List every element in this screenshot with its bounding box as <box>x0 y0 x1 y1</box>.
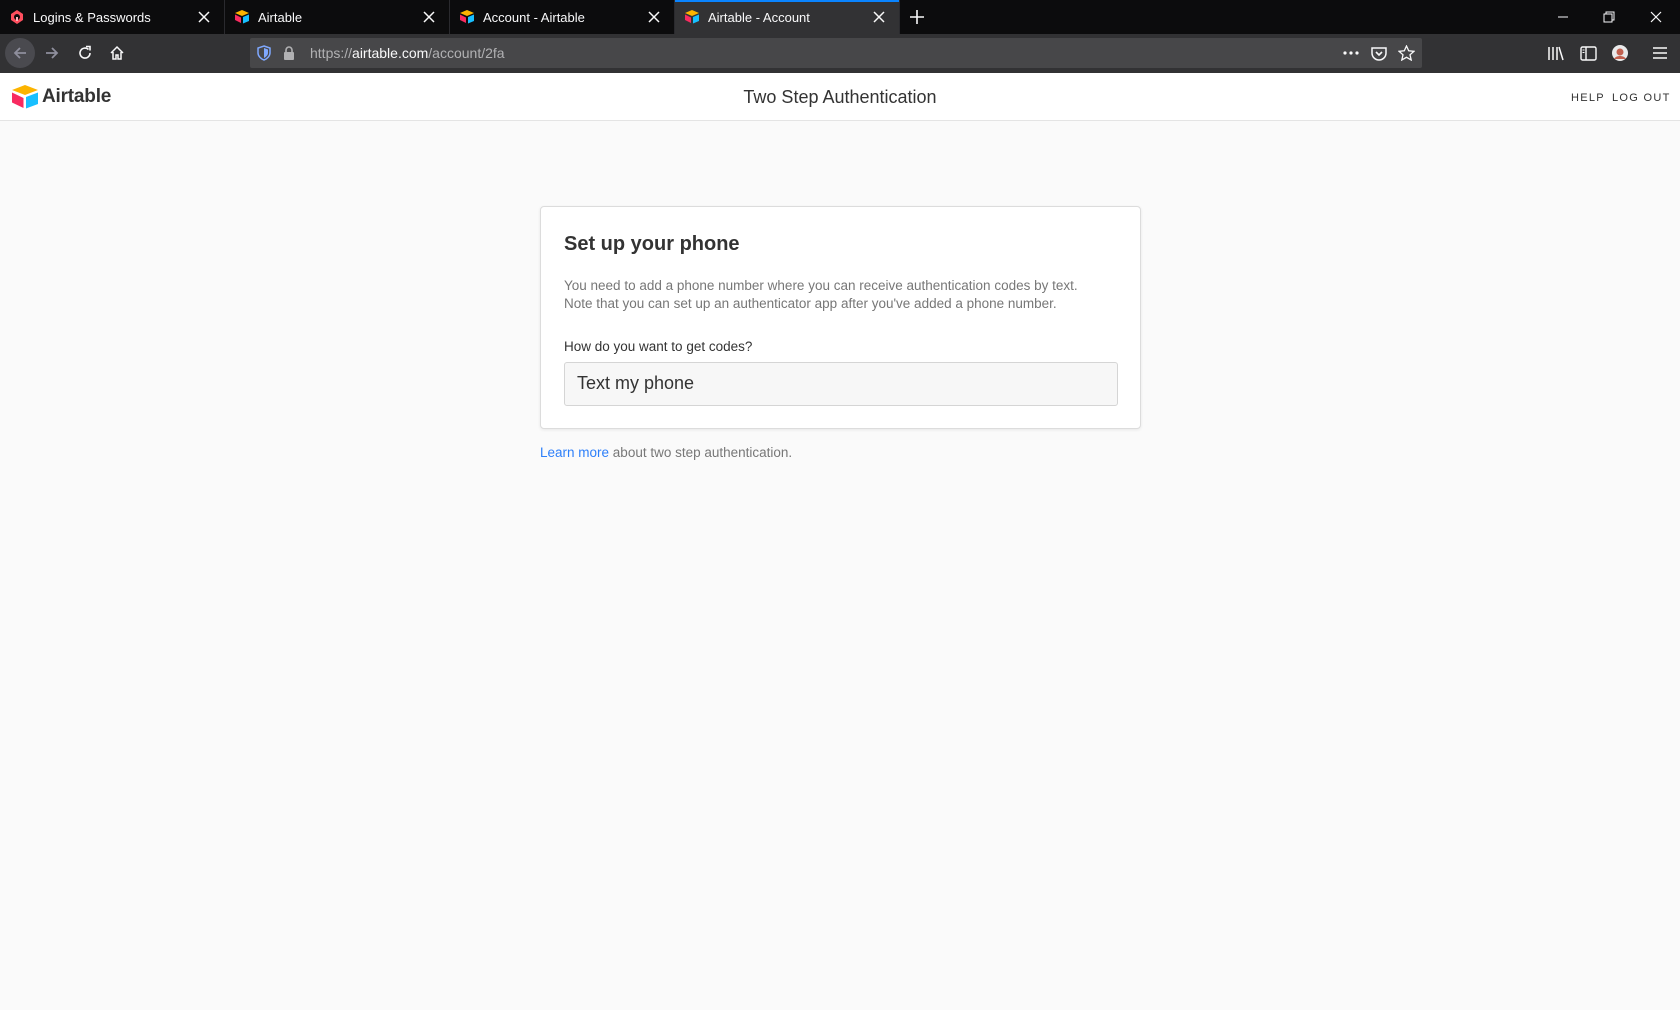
page-actions-icon[interactable] <box>1342 44 1360 62</box>
tab-title: Account - Airtable <box>483 9 585 25</box>
url-host: airtable.com <box>352 45 429 61</box>
airtable-favicon <box>459 9 475 25</box>
home-button[interactable] <box>102 38 132 68</box>
close-window-button[interactable] <box>1633 0 1679 34</box>
page-content: Airtable Two Step Authentication HELP LO… <box>0 73 1680 1010</box>
minimize-icon <box>1558 16 1568 18</box>
forward-arrow-icon <box>46 47 59 59</box>
close-tab-icon[interactable] <box>196 9 212 25</box>
restore-button[interactable] <box>1586 0 1632 34</box>
bookmark-star-icon[interactable] <box>1397 44 1415 62</box>
tab-logins-passwords[interactable]: Logins & Passwords <box>0 0 225 34</box>
tab-airtable-account[interactable]: Airtable - Account <box>675 0 900 34</box>
tracking-protection-shield-icon[interactable] <box>255 44 273 62</box>
reload-icon <box>79 45 91 59</box>
setup-phone-card: Set up your phone You need to add a phon… <box>540 206 1141 429</box>
app-header: Airtable Two Step Authentication HELP LO… <box>0 73 1680 121</box>
code-method-label: How do you want to get codes? <box>564 339 753 354</box>
description-line: You need to add a phone number where you… <box>564 278 1078 293</box>
card-title: Set up your phone <box>564 233 740 255</box>
close-tab-icon[interactable] <box>421 9 437 25</box>
restore-icon <box>1603 11 1615 23</box>
plus-icon <box>910 10 924 24</box>
new-tab-button[interactable] <box>900 0 934 34</box>
card-description: You need to add a phone number where you… <box>564 277 1124 313</box>
page-title: Two Step Authentication <box>743 87 937 107</box>
minimize-button[interactable] <box>1540 0 1586 34</box>
code-method-select[interactable]: Text my phone <box>564 362 1118 406</box>
description-line: Note that you can set up an authenticato… <box>564 296 1057 311</box>
url-path: /account/2fa <box>428 45 505 61</box>
navigation-toolbar: https://airtable.com/account/2fa <box>0 34 1680 73</box>
learn-more-footnote: Learn more about two step authentication… <box>540 445 792 460</box>
pocket-icon[interactable] <box>1370 44 1388 62</box>
learn-more-link[interactable]: Learn more <box>540 445 609 460</box>
tab-bar: Logins & Passwords Airtable Account - Ai… <box>0 0 1680 34</box>
log-out-link[interactable]: LOG OUT <box>1612 92 1671 104</box>
forward-button[interactable] <box>37 38 67 68</box>
close-icon <box>1650 11 1662 23</box>
tab-account-airtable[interactable]: Account - Airtable <box>450 0 675 34</box>
sidebar-icon[interactable] <box>1577 42 1599 64</box>
footnote-text: about two step authentication. <box>609 445 793 460</box>
hamburger-menu-icon[interactable] <box>1649 42 1671 64</box>
tab-title: Airtable - Account <box>708 9 810 25</box>
help-link[interactable]: HELP <box>1571 92 1605 104</box>
url-scheme: https:// <box>310 45 353 61</box>
library-icon[interactable] <box>1545 42 1567 64</box>
back-button[interactable] <box>5 38 35 68</box>
tab-title: Logins & Passwords <box>33 9 151 25</box>
account-avatar-icon[interactable] <box>1609 42 1631 64</box>
home-icon <box>110 45 124 60</box>
tab-airtable[interactable]: Airtable <box>225 0 450 34</box>
tab-title: Airtable <box>258 9 303 25</box>
reload-button[interactable] <box>70 38 100 68</box>
airtable-favicon <box>234 9 250 25</box>
close-tab-icon[interactable] <box>646 9 662 25</box>
airtable-favicon <box>684 9 700 25</box>
padlock-icon[interactable] <box>280 44 298 62</box>
close-tab-icon[interactable] <box>871 9 887 25</box>
url-bar[interactable]: https://airtable.com/account/2fa <box>250 38 1422 68</box>
back-arrow-icon <box>13 47 26 59</box>
url-text[interactable]: https://airtable.com/account/2fa <box>310 45 505 61</box>
lockwise-icon <box>9 9 25 25</box>
